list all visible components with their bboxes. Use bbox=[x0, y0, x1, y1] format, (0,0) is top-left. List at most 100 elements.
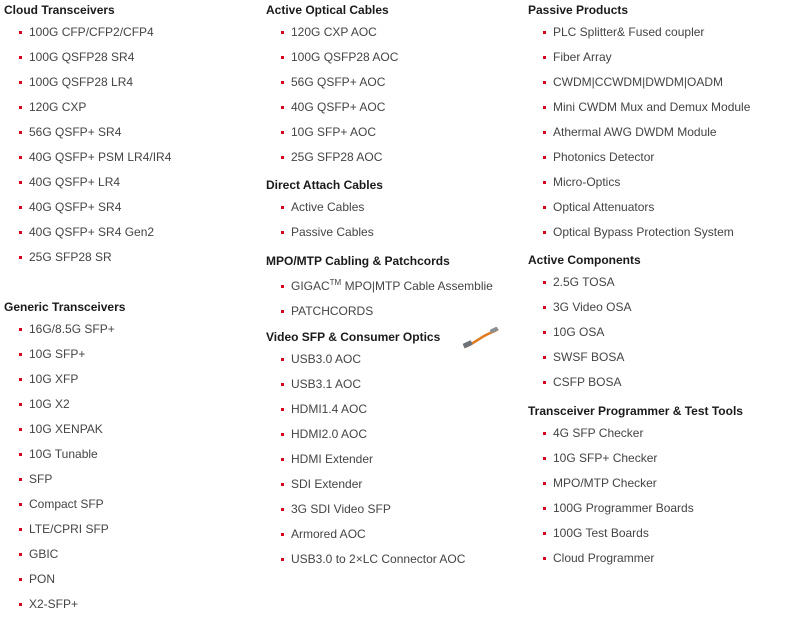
list-item[interactable]: 40G QSFP+ PSM LR4/IR4 bbox=[4, 145, 171, 170]
bullet-icon bbox=[543, 156, 546, 159]
list-item[interactable]: PON bbox=[4, 567, 125, 592]
list-item[interactable]: 100G QSFP28 AOC bbox=[266, 45, 398, 70]
list-item[interactable]: X2-SFP+ bbox=[4, 592, 125, 617]
list-item[interactable]: SWSF BOSA bbox=[528, 345, 641, 370]
list-item[interactable]: Micro-Optics bbox=[528, 170, 750, 195]
bullet-icon bbox=[543, 56, 546, 59]
list-item[interactable]: Cloud Programmer bbox=[528, 546, 743, 571]
bullet-icon bbox=[281, 383, 284, 386]
list-item[interactable]: HDMI2.0 AOC bbox=[266, 422, 465, 447]
bullet-icon bbox=[281, 106, 284, 109]
bullet-icon bbox=[19, 528, 22, 531]
list-item[interactable]: USB3.0 AOC bbox=[266, 347, 465, 372]
list-item[interactable]: PATCHCORDS bbox=[266, 299, 493, 324]
list-item[interactable]: 56G QSFP+ SR4 bbox=[4, 120, 171, 145]
list-item[interactable]: Optical Bypass Protection System bbox=[528, 220, 750, 245]
list-item[interactable]: 16G/8.5G SFP+ bbox=[4, 317, 125, 342]
list-item[interactable]: 100G CFP/CFP2/CFP4 bbox=[4, 20, 171, 45]
bullet-icon bbox=[19, 131, 22, 134]
list-item[interactable]: 10G XENPAK bbox=[4, 417, 125, 442]
list-item[interactable]: Athermal AWG DWDM Module bbox=[528, 120, 750, 145]
bullet-icon bbox=[19, 256, 22, 259]
list-item[interactable]: CSFP BOSA bbox=[528, 370, 641, 395]
bullet-icon bbox=[543, 507, 546, 510]
list-item[interactable]: HDMI1.4 AOC bbox=[266, 397, 465, 422]
section-title: Passive Products bbox=[528, 3, 629, 17]
list-item[interactable]: 10G Tunable bbox=[4, 442, 125, 467]
list-item[interactable]: 100G Test Boards bbox=[528, 521, 743, 546]
list-item[interactable]: 56G QSFP+ AOC bbox=[266, 70, 398, 95]
list-item[interactable]: USB3.1 AOC bbox=[266, 372, 465, 397]
list-item[interactable]: 40G QSFP+ LR4 bbox=[4, 170, 171, 195]
list-item[interactable]: 3G Video OSA bbox=[528, 295, 641, 320]
list-item[interactable]: 10G SFP+ AOC bbox=[266, 120, 398, 145]
bullet-icon bbox=[281, 408, 284, 411]
list-item[interactable]: HDMI Extender bbox=[266, 447, 465, 472]
list-item[interactable]: 10G SFP+ Checker bbox=[528, 446, 743, 471]
list-item[interactable]: MPO/MTP Checker bbox=[528, 471, 743, 496]
list-item[interactable]: Active Cables bbox=[266, 195, 383, 220]
list-item[interactable]: CWDM|CCWDM|DWDM|OADM bbox=[528, 70, 750, 95]
list-item[interactable]: Armored AOC bbox=[266, 522, 465, 547]
bullet-icon bbox=[281, 358, 284, 361]
list-item[interactable]: Mini CWDM Mux and Demux Module bbox=[528, 95, 750, 120]
list-item[interactable]: 100G QSFP28 SR4 bbox=[4, 45, 171, 70]
bullet-icon bbox=[281, 285, 284, 288]
item-list: 2.5G TOSA 3G Video OSA 10G OSA SWSF BOSA… bbox=[528, 270, 641, 395]
list-item[interactable]: PLC Splitter& Fused coupler bbox=[528, 20, 750, 45]
list-item[interactable]: 120G CXP AOC bbox=[266, 20, 398, 45]
list-item[interactable]: 40G QSFP+ SR4 bbox=[4, 195, 171, 220]
bullet-icon bbox=[19, 106, 22, 109]
section-title: Active Components bbox=[528, 253, 641, 267]
list-item[interactable]: SDI Extender bbox=[266, 472, 465, 497]
list-item[interactable]: Photonics Detector bbox=[528, 145, 750, 170]
section-title: Video SFP & Consumer Optics bbox=[266, 330, 441, 344]
section-passive-products: Passive Products PLC Splitter& Fused cou… bbox=[528, 0, 750, 245]
list-item[interactable]: 100G Programmer Boards bbox=[528, 496, 743, 521]
list-item[interactable]: 4G SFP Checker bbox=[528, 421, 743, 446]
list-item[interactable]: 40G QSFP+ AOC bbox=[266, 95, 398, 120]
list-item[interactable]: 25G SFP28 SR bbox=[4, 245, 171, 270]
list-item[interactable]: GIGACTM MPO|MTP Cable Assemblie bbox=[266, 274, 493, 299]
section-title: Active Optical Cables bbox=[266, 3, 389, 17]
bullet-icon bbox=[281, 131, 284, 134]
list-item[interactable]: GBIC bbox=[4, 542, 125, 567]
item-list: PLC Splitter& Fused coupler Fiber Array … bbox=[528, 20, 750, 245]
list-item[interactable]: 25G SFP28 AOC bbox=[266, 145, 398, 170]
bullet-icon bbox=[281, 156, 284, 159]
bullet-icon bbox=[19, 603, 22, 606]
bullet-icon bbox=[543, 81, 546, 84]
bullet-icon bbox=[19, 81, 22, 84]
list-item[interactable]: USB3.0 to 2×LC Connector AOC bbox=[266, 547, 465, 572]
list-item[interactable]: 3G SDI Video SFP bbox=[266, 497, 465, 522]
list-item[interactable]: 120G CXP bbox=[4, 95, 171, 120]
bullet-icon bbox=[281, 310, 284, 313]
section-generic-transceivers: Generic Transceivers 16G/8.5G SFP+ 10G S… bbox=[4, 297, 125, 617]
list-item[interactable]: LTE/CPRI SFP bbox=[4, 517, 125, 542]
list-item[interactable]: Optical Attenuators bbox=[528, 195, 750, 220]
list-item[interactable]: 10G XFP bbox=[4, 367, 125, 392]
bullet-icon bbox=[19, 428, 22, 431]
bullet-icon bbox=[543, 331, 546, 334]
section-active-components: Active Components 2.5G TOSA 3G Video OSA… bbox=[528, 250, 641, 395]
list-item[interactable]: 10G OSA bbox=[528, 320, 641, 345]
list-item[interactable]: 40G QSFP+ SR4 Gen2 bbox=[4, 220, 171, 245]
section-title: Cloud Transceivers bbox=[4, 3, 115, 17]
section-title: Direct Attach Cables bbox=[266, 178, 383, 192]
list-item[interactable]: 2.5G TOSA bbox=[528, 270, 641, 295]
bullet-icon bbox=[19, 478, 22, 481]
bullet-icon bbox=[543, 131, 546, 134]
list-item[interactable]: 10G X2 bbox=[4, 392, 125, 417]
bullet-icon bbox=[543, 457, 546, 460]
section-title: MPO/MTP Cabling & Patchcords bbox=[266, 254, 450, 268]
bullet-icon bbox=[281, 558, 284, 561]
list-item[interactable]: SFP bbox=[4, 467, 125, 492]
list-item[interactable]: 100G QSFP28 LR4 bbox=[4, 70, 171, 95]
section-title: Generic Transceivers bbox=[4, 300, 126, 314]
section-mpo-mtp-cabling: MPO/MTP Cabling & Patchcords GIGACTM MPO… bbox=[266, 251, 493, 324]
list-item[interactable]: Fiber Array bbox=[528, 45, 750, 70]
list-item[interactable]: Passive Cables bbox=[266, 220, 383, 245]
bullet-icon bbox=[543, 306, 546, 309]
list-item[interactable]: 10G SFP+ bbox=[4, 342, 125, 367]
list-item[interactable]: Compact SFP bbox=[4, 492, 125, 517]
